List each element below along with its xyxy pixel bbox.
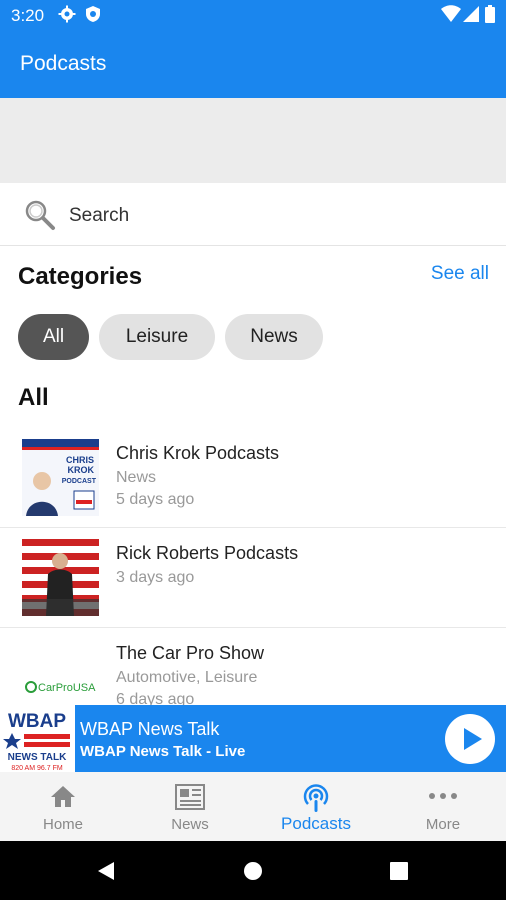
signal-icon xyxy=(463,6,479,22)
podcast-category: Automotive, Leisure xyxy=(116,669,258,686)
nav-item-podcasts[interactable]: Podcasts xyxy=(253,772,379,841)
station-logo: WBAP NEWS TALK 820 AM 96.7 FM xyxy=(0,705,75,772)
battery-icon xyxy=(485,5,495,23)
newspaper-icon xyxy=(175,784,205,810)
nav-label-more: More xyxy=(425,816,461,833)
search-label: Search xyxy=(69,205,130,226)
player-title: WBAP News Talk xyxy=(80,719,220,739)
home-icon xyxy=(51,786,75,807)
back-icon[interactable] xyxy=(96,861,116,881)
more-dots-icon xyxy=(429,793,457,799)
podcast-category: News xyxy=(116,469,157,486)
svg-text:CHRIS: CHRIS xyxy=(66,455,94,465)
see-all-link[interactable]: See all xyxy=(431,263,489,285)
gear-icon xyxy=(58,5,76,23)
banner-placeholder xyxy=(0,98,506,183)
podcast-title: Rick Roberts Podcasts xyxy=(116,543,299,563)
player-subtitle: WBAP News Talk - Live xyxy=(80,743,246,760)
podcast-title: Chris Krok Podcasts xyxy=(116,443,280,463)
podcast-updated: 3 days ago xyxy=(116,569,195,586)
play-button[interactable] xyxy=(445,714,495,764)
home-button-icon[interactable] xyxy=(243,861,263,881)
category-chip-leisure[interactable]: Leisure xyxy=(99,314,215,360)
all-heading: All xyxy=(18,384,49,411)
svg-text:PODCAST: PODCAST xyxy=(62,478,97,485)
mini-player[interactable]: WBAP NEWS TALK 820 AM 96.7 FM WBAP News … xyxy=(0,705,506,772)
nav-item-more[interactable]: More xyxy=(380,772,506,841)
bottom-navigation: Home News Podcasts More xyxy=(0,772,506,841)
podcast-title: The Car Pro Show xyxy=(116,643,265,663)
svg-text:CarProUSA: CarProUSA xyxy=(38,682,96,694)
play-icon xyxy=(464,728,482,750)
wifi-icon xyxy=(441,5,461,22)
nav-label-podcasts: Podcasts xyxy=(281,814,351,833)
podcast-updated: 5 days ago xyxy=(116,491,195,508)
podcast-thumbnail xyxy=(22,539,99,616)
category-chip-all[interactable]: All xyxy=(18,314,89,360)
nav-label-news: News xyxy=(171,816,209,833)
search-icon xyxy=(25,200,55,230)
recents-icon[interactable] xyxy=(390,862,408,880)
shield-icon xyxy=(86,6,100,22)
page-title: Podcasts xyxy=(20,52,107,75)
svg-text:820 AM 96.7 FM: 820 AM 96.7 FM xyxy=(11,765,63,772)
status-time: 3:20 xyxy=(11,6,45,25)
svg-text:KROK: KROK xyxy=(68,465,95,475)
app-bar: Podcasts xyxy=(0,30,506,98)
categories-heading: Categories xyxy=(18,263,143,290)
nav-item-news[interactable]: News xyxy=(127,772,253,841)
status-bar: 3:20 xyxy=(0,0,506,30)
podcast-icon xyxy=(303,784,329,812)
system-navigation-bar xyxy=(0,841,506,900)
search-bar[interactable]: Search xyxy=(0,183,506,246)
list-item[interactable]: Rick Roberts Podcasts 3 days ago xyxy=(0,528,506,628)
podcast-thumbnail: CHRIS KROK PODCAST xyxy=(22,439,99,516)
svg-text:NEWS TALK: NEWS TALK xyxy=(8,752,67,763)
nav-label-home: Home xyxy=(42,816,83,833)
svg-text:WBAP: WBAP xyxy=(8,711,66,732)
list-item[interactable]: CHRIS KROK PODCAST Chris Krok Podcasts N… xyxy=(0,428,506,528)
category-chip-news[interactable]: News xyxy=(225,314,323,360)
nav-item-home[interactable]: Home xyxy=(0,772,126,841)
